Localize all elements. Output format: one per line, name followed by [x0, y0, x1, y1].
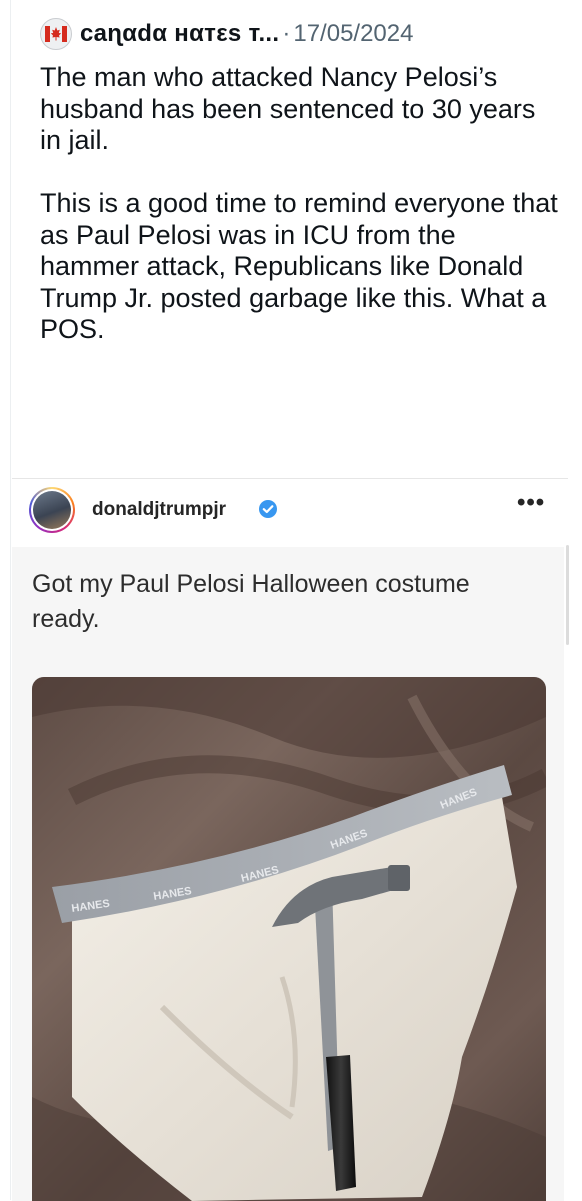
canada-flag-icon[interactable] [40, 18, 72, 50]
tweet-date[interactable]: 17/05/2024 [293, 20, 413, 48]
underwear-and-hammer-photo[interactable]: HANES HANES HANES HANES HANES [32, 677, 546, 1201]
post-caption: Got my Paul Pelosi Halloween costume rea… [32, 570, 470, 633]
tweet-text: The man who attacked Nancy Pelosi’s husb… [40, 62, 560, 346]
instagram-username[interactable]: donaldjtrumpjr [92, 499, 226, 521]
quoted-instagram-post[interactable]: donaldjtrumpjr ••• Got my Paul Pelosi Ha… [12, 478, 568, 1201]
tweet-header: caɳαdα нαтεѕ т... · 17/05/2024 [40, 14, 413, 54]
separator: · [282, 20, 291, 47]
tweet-paragraph-2: This is a good time to remind everyone t… [40, 188, 558, 344]
scrollbar-thumb[interactable] [566, 545, 569, 645]
tweet-paragraph-1: The man who attacked Nancy Pelosi’s husb… [40, 62, 536, 155]
post-card: Got my Paul Pelosi Halloween costume rea… [12, 547, 564, 1201]
more-options-icon[interactable]: ••• [517, 491, 545, 515]
display-name[interactable]: caɳαdα нαтεѕ т... [80, 20, 279, 48]
profile-avatar[interactable] [29, 487, 75, 533]
verified-badge-icon [259, 500, 277, 518]
tweet[interactable]: caɳαdα нαтεѕ т... · 17/05/2024 The man w… [0, 0, 582, 475]
instagram-post-header: donaldjtrumpjr ••• [12, 479, 568, 539]
